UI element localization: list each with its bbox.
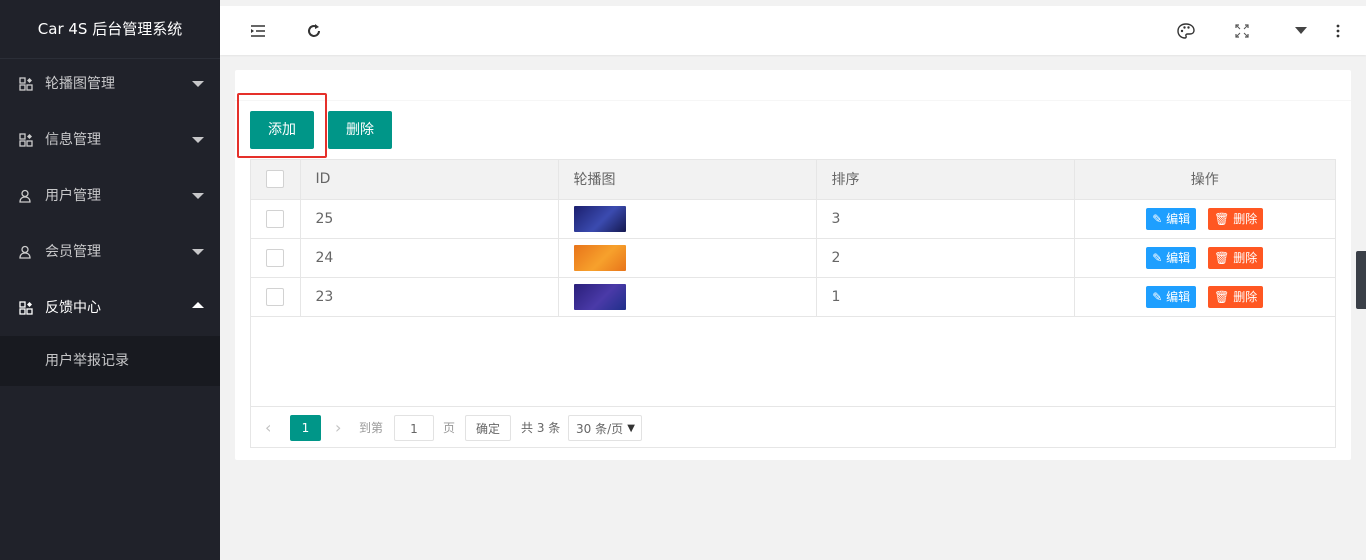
pagination: ‹ 1 › 到第 1 页 确定 共 3 条 30 条/页 ▼	[251, 406, 1335, 448]
pencil-icon: ✎	[1152, 289, 1167, 304]
menu-fold-icon[interactable]	[236, 6, 280, 55]
cell-sort: 2	[816, 238, 1075, 278]
cell-thumb	[558, 238, 817, 278]
cell-id: 24	[300, 238, 559, 278]
chevron-down-icon	[192, 193, 204, 199]
app-title: Car 4S 后台管理系统	[0, 0, 220, 59]
user-icon	[19, 168, 33, 224]
select-all-checkbox[interactable]	[266, 170, 284, 189]
chevron-down-icon	[192, 249, 204, 255]
fullscreen-icon[interactable]	[1220, 6, 1264, 55]
trash-icon: 🗑	[1214, 211, 1234, 226]
grid-icon	[19, 112, 33, 168]
cell-id: 25	[300, 199, 559, 239]
top-header	[220, 0, 1366, 55]
chevron-down-icon	[192, 81, 204, 87]
sidebar-subnav: 用户举报记录	[0, 336, 220, 386]
card-header	[235, 70, 1351, 101]
goto-suffix: 页	[443, 421, 456, 435]
select-all-cell	[251, 160, 301, 200]
sidebar-item-feedback[interactable]: 反馈中心	[0, 280, 220, 336]
row-select-cell	[251, 199, 301, 239]
grid-icon	[19, 56, 33, 112]
carousel-thumbnail	[573, 244, 626, 271]
goto-page-input[interactable]: 1	[394, 415, 434, 441]
trash-icon: 🗑	[1214, 250, 1234, 265]
row-checkbox[interactable]	[266, 209, 284, 228]
cell-id: 23	[300, 277, 559, 317]
table-header-row: ID 轮播图 排序 操作	[251, 160, 1335, 200]
row-delete-button[interactable]: 🗑 删除	[1208, 207, 1264, 230]
sidebar-item-label: 信息管理	[45, 132, 101, 148]
chevron-right-icon[interactable]: ›	[335, 415, 341, 441]
cell-sort: 3	[816, 199, 1075, 239]
carousel-thumbnail	[573, 205, 626, 232]
sidebar-item-label: 会员管理	[45, 244, 101, 260]
edit-button[interactable]: ✎ 编辑	[1146, 246, 1197, 269]
cell-actions: ✎ 编辑 🗑 删除	[1074, 277, 1335, 317]
cell-actions: ✎ 编辑 🗑 删除	[1074, 238, 1335, 278]
row-checkbox[interactable]	[266, 287, 284, 306]
table-row: 23 1 ✎ 编辑 🗑 删除	[251, 277, 1335, 317]
page-button-current[interactable]: 1	[290, 415, 321, 441]
carousel-thumbnail	[573, 283, 626, 310]
sidebar-item-label: 轮播图管理	[45, 76, 115, 92]
palette-icon[interactable]	[1164, 6, 1208, 55]
column-header-id: ID	[300, 160, 559, 200]
goto-prefix: 到第	[359, 421, 384, 435]
row-delete-button[interactable]: 🗑 删除	[1208, 285, 1264, 308]
scrollbar-handle[interactable]	[1356, 251, 1366, 309]
cell-actions: ✎ 编辑 🗑 删除	[1074, 199, 1335, 239]
chevron-down-icon	[192, 137, 204, 143]
sidebar-subitem-report-records[interactable]: 用户举报记录	[0, 336, 220, 386]
column-header-sort: 排序	[816, 160, 1075, 200]
row-checkbox[interactable]	[266, 248, 284, 267]
row-select-cell	[251, 238, 301, 278]
grid-icon	[19, 280, 33, 336]
column-header-actions: 操作	[1074, 160, 1335, 200]
table-row: 25 3 ✎ 编辑 🗑 删除	[251, 199, 1335, 239]
cell-thumb	[558, 277, 817, 317]
row-delete-button[interactable]: 🗑 删除	[1208, 246, 1264, 269]
total-count: 共 3 条	[521, 421, 561, 435]
column-header-carousel: 轮播图	[558, 160, 817, 200]
edit-button[interactable]: ✎ 编辑	[1146, 285, 1197, 308]
sidebar-item-label: 用户管理	[45, 188, 101, 204]
refresh-icon[interactable]	[292, 6, 336, 55]
delete-button[interactable]: 删除	[328, 111, 392, 149]
sidebar-item-label: 反馈中心	[45, 300, 101, 316]
cell-thumb	[558, 199, 817, 239]
pencil-icon: ✎	[1152, 250, 1167, 265]
table-row: 24 2 ✎ 编辑 🗑 删除	[251, 238, 1335, 278]
sidebar-item-info[interactable]: 信息管理	[0, 112, 220, 168]
trash-icon: 🗑	[1214, 289, 1234, 304]
sidebar-item-users[interactable]: 用户管理	[0, 168, 220, 224]
cell-sort: 1	[816, 277, 1075, 317]
data-table: ID 轮播图 排序 操作 25 3 ✎ 编辑 🗑 删除 24 2 ✎ 编辑 🗑 …	[250, 159, 1336, 448]
page-size-select[interactable]: 30 条/页 ▼	[568, 415, 642, 441]
more-vertical-icon[interactable]	[1316, 6, 1360, 55]
pencil-icon: ✎	[1152, 211, 1167, 226]
goto-confirm-button[interactable]: 确定	[465, 415, 511, 441]
sidebar-item-members[interactable]: 会员管理	[0, 224, 220, 280]
row-select-cell	[251, 277, 301, 317]
sidebar-item-carousel[interactable]: 轮播图管理	[0, 56, 220, 112]
add-button[interactable]: 添加	[250, 111, 314, 149]
user-icon	[19, 224, 33, 280]
edit-button[interactable]: ✎ 编辑	[1146, 207, 1197, 230]
sidebar: Car 4S 后台管理系统 轮播图管理 信息管理 用户管理 会员管理 反馈中心	[0, 0, 220, 560]
caret-down-icon: ▼	[627, 423, 635, 434]
chevron-left-icon[interactable]: ‹	[265, 415, 271, 441]
chevron-up-icon	[192, 302, 204, 308]
